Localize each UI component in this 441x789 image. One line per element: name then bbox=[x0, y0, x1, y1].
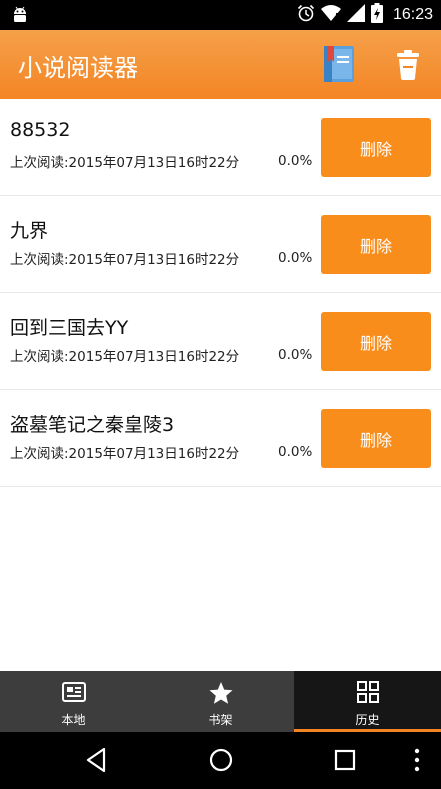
tab-label: 本地 bbox=[61, 713, 86, 727]
read-progress: 0.0% bbox=[278, 153, 313, 169]
tab-bookshelf[interactable]: 书架 bbox=[147, 671, 294, 732]
history-list: 88532 上次阅读:2015年07月13日16时22分 0.0% 删除 九界 … bbox=[0, 99, 441, 487]
trash-icon[interactable] bbox=[396, 50, 420, 84]
list-item[interactable]: 九界 上次阅读:2015年07月13日16时22分 0.0% 删除 bbox=[0, 196, 441, 293]
android-icon bbox=[12, 6, 28, 28]
grid-icon bbox=[356, 681, 379, 707]
read-progress: 0.0% bbox=[278, 444, 313, 460]
list-item[interactable]: 88532 上次阅读:2015年07月13日16时22分 0.0% 删除 bbox=[0, 99, 441, 196]
app-title: 小说阅读器 bbox=[18, 54, 138, 82]
action-bar: 小说阅读器 bbox=[0, 30, 441, 99]
status-time: 16:23 bbox=[392, 6, 433, 23]
tab-history[interactable]: 历史 bbox=[294, 671, 441, 732]
menu-icon[interactable] bbox=[412, 747, 422, 777]
signal-icon bbox=[346, 4, 365, 26]
recents-icon[interactable] bbox=[333, 747, 357, 777]
book-title: 盗墓笔记之秦皇陵3 bbox=[10, 414, 175, 436]
bookshelf-icon[interactable] bbox=[322, 44, 358, 88]
delete-button[interactable]: 删除 bbox=[321, 312, 431, 371]
last-read-time: 上次阅读:2015年07月13日16时22分 bbox=[10, 252, 240, 268]
home-icon[interactable] bbox=[208, 747, 234, 777]
delete-button[interactable]: 删除 bbox=[321, 118, 431, 177]
battery-icon bbox=[370, 3, 383, 27]
tab-local[interactable]: 本地 bbox=[0, 671, 147, 732]
tab-label: 历史 bbox=[355, 713, 380, 727]
book-title: 回到三国去YY bbox=[10, 317, 129, 339]
back-icon[interactable] bbox=[85, 747, 107, 777]
list-item[interactable]: 回到三国去YY 上次阅读:2015年07月13日16时22分 0.0% 删除 bbox=[0, 293, 441, 390]
status-bar: 16:23 bbox=[0, 0, 441, 30]
star-icon bbox=[208, 681, 234, 709]
list-item[interactable]: 盗墓笔记之秦皇陵3 上次阅读:2015年07月13日16时22分 0.0% 删除 bbox=[0, 390, 441, 487]
last-read-time: 上次阅读:2015年07月13日16时22分 bbox=[10, 155, 240, 171]
last-read-time: 上次阅读:2015年07月13日16时22分 bbox=[10, 446, 240, 462]
bottom-tab-bar: 本地 书架 历史 bbox=[0, 671, 441, 732]
delete-button[interactable]: 删除 bbox=[321, 409, 431, 468]
last-read-time: 上次阅读:2015年07月13日16时22分 bbox=[10, 349, 240, 365]
book-title: 88532 bbox=[10, 119, 71, 141]
alarm-icon bbox=[297, 4, 315, 26]
book-title: 九界 bbox=[10, 220, 49, 242]
delete-button[interactable]: 删除 bbox=[321, 215, 431, 274]
wifi-icon bbox=[320, 4, 341, 26]
newspaper-icon bbox=[61, 681, 86, 707]
read-progress: 0.0% bbox=[278, 250, 313, 266]
tab-label: 书架 bbox=[208, 713, 233, 727]
navigation-bar bbox=[0, 732, 441, 789]
read-progress: 0.0% bbox=[278, 347, 313, 363]
